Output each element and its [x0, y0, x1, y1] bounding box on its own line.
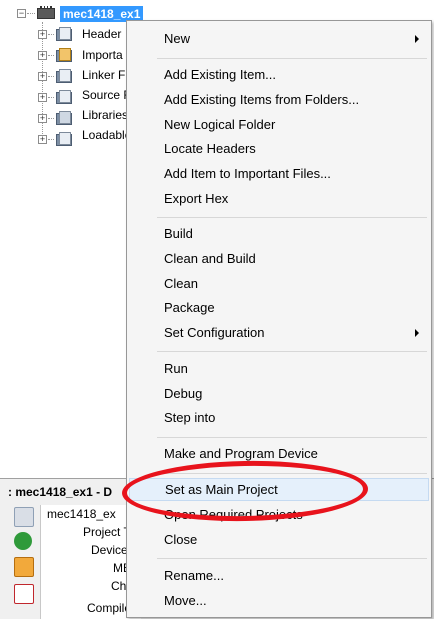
menu-item-label: Rename...	[164, 568, 224, 583]
menu-item-clean[interactable]: Clean	[129, 272, 429, 295]
tree-connector	[48, 76, 54, 77]
menu-item-debug[interactable]: Debug	[129, 382, 429, 405]
menu-item-label: New Logical Folder	[164, 117, 276, 132]
expand-toggle[interactable]: +	[38, 30, 47, 39]
tree-connector	[48, 139, 54, 140]
tree-connector	[48, 55, 54, 56]
menu-item-new-logical-folder[interactable]: New Logical Folder	[129, 113, 429, 136]
menu-item-package[interactable]: Package	[129, 296, 429, 319]
submenu-arrow-icon	[415, 329, 419, 337]
libraries-folder-icon	[56, 111, 72, 125]
menu-item-export-hex[interactable]: Export Hex	[129, 187, 429, 210]
menu-item-label: Clean and Build	[164, 251, 256, 266]
menu-item-label: Set Configuration	[164, 325, 265, 340]
menu-item-label: Debug	[164, 386, 203, 401]
menu-item-rename[interactable]: Rename...	[129, 564, 429, 587]
project-chip-icon	[37, 6, 55, 19]
dashboard-tree-row[interactable]: Device	[91, 541, 128, 559]
menu-item-label: Export Hex	[164, 191, 229, 206]
dashboard-tree-row[interactable]: Ch	[111, 577, 126, 595]
pdf-icon[interactable]	[14, 584, 34, 604]
menu-item-add-existing-items-from-folders[interactable]: Add Existing Items from Folders...	[129, 88, 429, 111]
collapse-toggle[interactable]: −	[17, 9, 26, 18]
important-files-folder-icon	[56, 48, 72, 62]
dashboard-tree-row[interactable]: Compile	[87, 599, 131, 617]
menu-item-label: Locate Headers	[164, 141, 256, 156]
dashboard-tree-label: Device	[91, 543, 128, 557]
folder-icon	[56, 69, 72, 83]
menu-item-move[interactable]: Move...	[129, 589, 429, 612]
tree-connector	[48, 97, 54, 98]
menu-item-label: Run	[164, 361, 188, 376]
expand-toggle[interactable]: +	[38, 72, 47, 81]
menu-item-close[interactable]: Close	[129, 528, 429, 551]
menu-item-build[interactable]: Build	[129, 222, 429, 245]
tree-connector	[48, 34, 54, 35]
memory-icon[interactable]	[14, 557, 34, 577]
menu-item-label: Add Item to Important Files...	[164, 166, 331, 181]
menu-item-label: Add Existing Items from Folders...	[164, 92, 360, 107]
menu-item-label: Build	[164, 226, 193, 241]
expand-toggle[interactable]: +	[38, 93, 47, 102]
menu-separator	[157, 217, 427, 218]
tree-connector	[27, 13, 35, 14]
dashboard-tree-label: mec1418_ex	[47, 507, 116, 521]
tree-node-label: Header	[82, 27, 122, 41]
menu-item-label: Package	[164, 300, 215, 315]
dashboard-tree-label: Ch	[111, 579, 127, 593]
settings-icon[interactable]	[14, 507, 34, 527]
menu-separator	[157, 558, 427, 559]
dashboard-tree-label: Project T	[83, 525, 131, 539]
dashboard-title: : mec1418_ex1 - D	[8, 485, 113, 499]
dashboard-tree-row[interactable]: Project T	[83, 523, 131, 541]
dashboard-tree-row[interactable]: mec1418_ex	[47, 505, 116, 523]
menu-separator	[157, 351, 427, 352]
tree-node-label: Importa	[82, 48, 123, 62]
menu-item-label: Move...	[164, 593, 207, 608]
menu-item-label: Clean	[164, 276, 198, 291]
folder-icon	[56, 27, 72, 41]
expand-toggle[interactable]: +	[38, 51, 47, 60]
menu-item-run[interactable]: Run	[129, 357, 429, 380]
menu-item-label: Make and Program Device	[164, 446, 318, 461]
folder-icon	[56, 90, 72, 104]
expand-toggle[interactable]: +	[38, 114, 47, 123]
menu-item-new[interactable]: New	[129, 27, 429, 50]
menu-item-step-into[interactable]: Step into	[129, 406, 429, 429]
menu-item-label: New	[164, 31, 191, 46]
menu-item-label: Close	[164, 532, 198, 547]
menu-separator	[157, 58, 427, 59]
menu-item-add-to-important-files[interactable]: Add Item to Important Files...	[129, 162, 429, 185]
menu-separator	[157, 437, 427, 438]
menu-item-add-existing-item[interactable]: Add Existing Item...	[129, 63, 429, 86]
expand-toggle[interactable]: +	[38, 135, 47, 144]
menu-item-label: Add Existing Item...	[164, 67, 276, 82]
tree-node-label: Libraries	[82, 108, 129, 122]
menu-item-clean-and-build[interactable]: Clean and Build	[129, 247, 429, 270]
menu-item-label: Step into	[164, 410, 216, 425]
submenu-arrow-icon	[415, 35, 419, 43]
menu-item-locate-headers[interactable]: Locate Headers	[129, 137, 429, 160]
tree-connector	[48, 118, 54, 119]
context-menu: New Add Existing Item... Add Existing It…	[126, 20, 432, 618]
menu-item-set-configuration[interactable]: Set Configuration	[129, 321, 429, 344]
tree-node-label: Loadable	[82, 128, 132, 142]
folder-icon	[56, 132, 72, 146]
dashboard-tree-label: Compile	[87, 601, 132, 615]
tree-node-label: Source F	[82, 88, 131, 102]
tree-node-label: Linker Fi	[82, 68, 129, 82]
refresh-icon[interactable]	[14, 532, 32, 550]
